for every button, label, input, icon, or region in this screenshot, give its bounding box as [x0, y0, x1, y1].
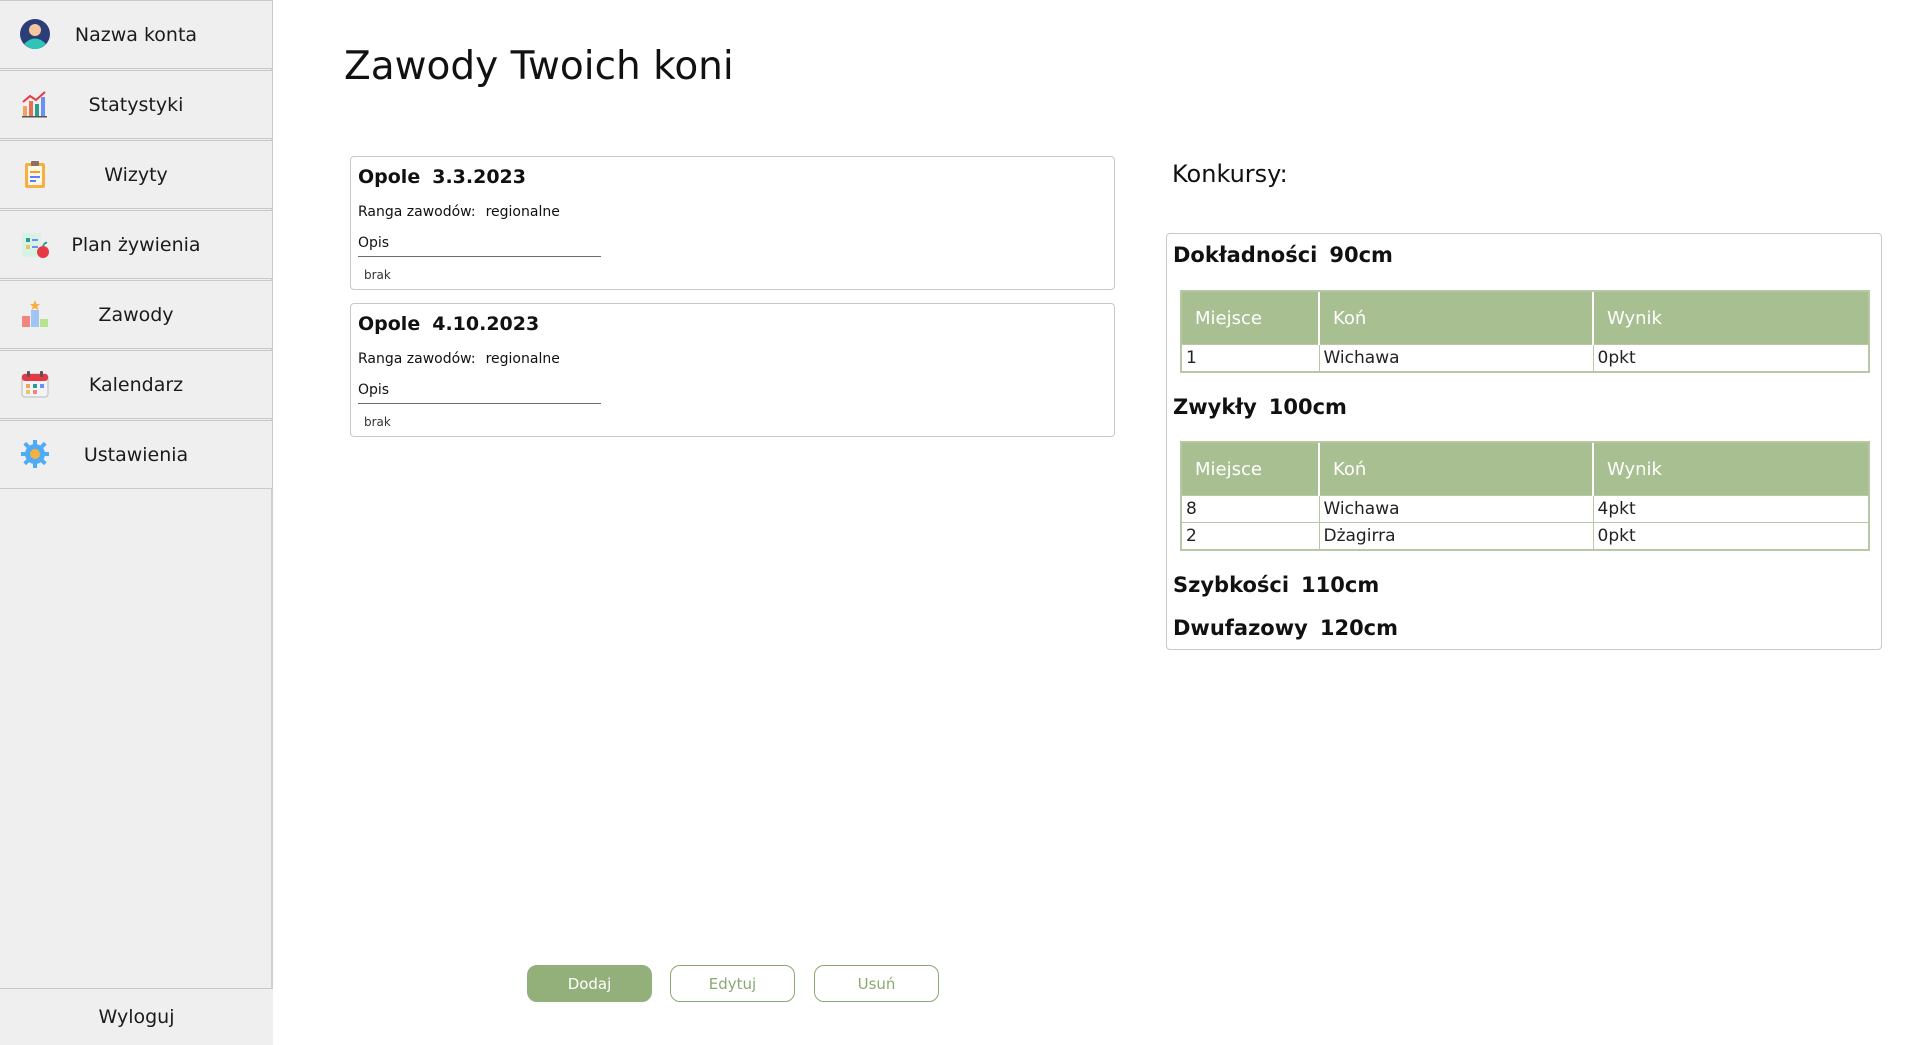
description-label: Opis	[358, 382, 601, 404]
contests-title: Konkursy:	[1172, 160, 1288, 188]
contest-heading[interactable]: Dwufazowy 120cm	[1173, 616, 1398, 640]
sidebar-item-kalendarz[interactable]: Kalendarz	[0, 350, 273, 419]
table-row[interactable]: 2 Dżagirra 0pkt	[1182, 522, 1868, 549]
results-table: Miejsce Koń Wynik 1 Wichawa 0pkt	[1180, 290, 1870, 373]
sidebar-item-label: Wizyty	[104, 163, 168, 186]
contest-name: Zwykły	[1173, 395, 1257, 419]
sidebar-item-label: Nazwa konta	[74, 23, 198, 46]
column-header-horse: Koń	[1319, 443, 1594, 496]
cell-result: 0pkt	[1593, 344, 1868, 371]
competition-heading: Opole 3.3.2023	[358, 166, 526, 188]
logout-button[interactable]: Wyloguj	[0, 988, 273, 1045]
rank-label: Ranga zawodów:	[358, 204, 476, 220]
column-header-place: Miejsce	[1182, 443, 1320, 496]
column-header-place: Miejsce	[1182, 292, 1320, 345]
sidebar-item-label: Ustawienia	[83, 443, 189, 466]
contest-name: Dokładności	[1173, 243, 1318, 267]
sidebar-item-account[interactable]: Nazwa konta	[0, 0, 273, 69]
cell-place: 2	[1182, 522, 1320, 549]
contest-heading[interactable]: Szybkości 110cm	[1173, 573, 1379, 597]
contest-height: 110cm	[1301, 573, 1380, 597]
cell-result: 0pkt	[1593, 522, 1868, 549]
sidebar-item-label: Statystyki	[88, 93, 184, 116]
table-header-row: Miejsce Koń Wynik	[1182, 443, 1868, 496]
cell-horse: Wichawa	[1319, 495, 1594, 523]
table-row[interactable]: 1 Wichawa 0pkt	[1182, 344, 1868, 371]
contest-height: 100cm	[1268, 395, 1347, 419]
contest-heading: Zwykły 100cm	[1173, 395, 1347, 419]
cell-result: 4pkt	[1593, 495, 1868, 523]
sidebar-item-label: Zawody	[98, 303, 174, 326]
sidebar: Nazwa konta Statystyki Wizyty Plan żywie…	[0, 0, 273, 1045]
sidebar-item-wizyty[interactable]: Wizyty	[0, 140, 273, 209]
sidebar-item-label: Kalendarz	[88, 373, 184, 396]
rank-label: Ranga zawodów:	[358, 351, 476, 367]
rank-value: regionalne	[485, 204, 560, 220]
add-button[interactable]: Dodaj	[527, 965, 652, 1002]
competition-place: Opole	[358, 313, 421, 335]
cell-horse: Dżagirra	[1319, 522, 1594, 549]
sidebar-item-statystyki[interactable]: Statystyki	[0, 70, 273, 139]
competition-date: 4.10.2023	[432, 313, 540, 335]
competition-card[interactable]: Opole 4.10.2023 Ranga zawodów: regionalne …	[350, 303, 1115, 437]
contest-height: 90cm	[1329, 243, 1393, 267]
column-header-horse: Koń	[1319, 292, 1594, 345]
competition-heading: Opole 4.10.2023	[358, 313, 539, 335]
page-title: Zawody Twoich koni	[344, 44, 734, 89]
contest-name: Szybkości	[1173, 573, 1290, 597]
results-table: Miejsce Koń Wynik 8 Wichawa 4pkt 2 Dżagi…	[1180, 441, 1870, 551]
sidebar-item-zawody[interactable]: Zawody	[0, 280, 273, 349]
edit-button[interactable]: Edytuj	[670, 965, 795, 1002]
competition-place: Opole	[358, 166, 421, 188]
description-value: brak	[364, 268, 391, 282]
delete-button[interactable]: Usuń	[814, 965, 939, 1002]
column-header-result: Wynik	[1593, 443, 1868, 496]
competition-date: 3.3.2023	[432, 166, 526, 188]
contest-height: 120cm	[1319, 616, 1399, 640]
sidebar-item-plan-zywienia[interactable]: Plan żywienia	[0, 210, 273, 279]
cell-place: 8	[1182, 495, 1320, 523]
description-label: Opis	[358, 235, 601, 257]
sidebar-item-label: Plan żywienia	[71, 233, 201, 256]
column-header-result: Wynik	[1593, 292, 1868, 345]
competition-rank: Ranga zawodów: regionalne	[358, 204, 560, 220]
cell-horse: Wichawa	[1319, 344, 1594, 371]
competition-rank: Ranga zawodów: regionalne	[358, 351, 560, 367]
rank-value: regionalne	[485, 351, 560, 367]
contest-heading: Dokładności 90cm	[1173, 243, 1393, 267]
cell-place: 1	[1182, 344, 1320, 371]
table-header-row: Miejsce Koń Wynik	[1182, 292, 1868, 345]
table-row[interactable]: 8 Wichawa 4pkt	[1182, 495, 1868, 523]
contest-name: Dwufazowy	[1173, 616, 1308, 640]
sidebar-item-ustawienia[interactable]: Ustawienia	[0, 420, 273, 489]
competition-card[interactable]: Opole 3.3.2023 Ranga zawodów: regionalne O…	[350, 156, 1115, 290]
description-value: brak	[364, 415, 391, 429]
contests-panel: Dokładności 90cm Miejsce Koń Wynik 1 Wich…	[1166, 233, 1882, 650]
